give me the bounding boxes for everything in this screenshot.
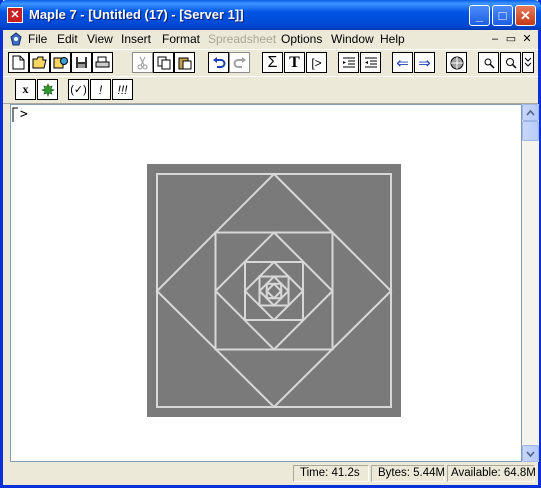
open-url-button[interactable] (50, 52, 71, 73)
menu-view[interactable]: View (87, 32, 113, 46)
copy-button[interactable] (153, 52, 174, 73)
doc-restore-button[interactable]: ▭ (503, 32, 519, 46)
context-toolbar: x (✓) ! !!! (3, 76, 538, 104)
text-input-button[interactable]: T (284, 52, 305, 73)
check-syntax-button[interactable]: (✓) (68, 79, 89, 100)
back-button[interactable]: ⇐ (392, 52, 413, 73)
printer-icon (95, 56, 110, 68)
close-button[interactable]: ✕ (515, 5, 536, 26)
zoom-medium-button[interactable] (500, 52, 521, 73)
command-prompt[interactable]: > (20, 107, 28, 122)
menu-insert[interactable]: Insert (121, 32, 151, 46)
menu-edit[interactable]: Edit (57, 32, 78, 46)
menu-file[interactable]: File (28, 32, 47, 46)
open-file-button[interactable] (29, 52, 50, 73)
save-button[interactable] (71, 52, 92, 73)
outdent-icon (342, 57, 355, 67)
stop-globe-icon (450, 56, 463, 69)
undo-arrow-icon (212, 56, 225, 68)
vertical-scrollbar[interactable] (522, 104, 539, 462)
maple-leaf-icon (40, 82, 55, 97)
new-file-button[interactable] (8, 52, 29, 73)
status-available: Available: 64.8M (447, 465, 536, 482)
title-bar[interactable]: ✕ Maple 7 - [Untitled (17) - [Server 1]]… (0, 0, 541, 30)
window-title: Maple 7 - [Untitled (17) - [Server 1]] (29, 7, 244, 22)
status-bytes: Bytes: 5.44M (371, 465, 445, 482)
magnifier-small-icon (484, 58, 495, 69)
doc-close-button[interactable]: ✕ (519, 32, 535, 46)
doc-minimize-button[interactable]: – (487, 32, 503, 46)
document-icon[interactable] (9, 32, 23, 46)
forward-button[interactable]: ⇒ (414, 52, 435, 73)
paste-button[interactable] (174, 52, 195, 73)
magnifier-icon (505, 57, 517, 69)
save-disk-icon (76, 57, 87, 68)
redo-arrow-icon (233, 56, 246, 68)
maple-app-icon[interactable]: ✕ (7, 7, 23, 23)
print-button[interactable] (92, 52, 113, 73)
maple-window: ✕ Maple 7 - [Untitled (17) - [Server 1]]… (0, 0, 541, 488)
group-bracket[interactable] (12, 107, 20, 123)
toolbar-overflow-button[interactable] (522, 52, 534, 73)
execute-button[interactable]: ! (90, 79, 111, 100)
copy-icon (157, 56, 170, 69)
indent-icon (364, 57, 377, 67)
redo-button[interactable] (229, 52, 250, 73)
status-time: Time: 41.2s (293, 465, 369, 482)
status-bar: Time: 41.2s Bytes: 5.44M Available: 64.8… (3, 462, 538, 485)
minimize-button[interactable]: _ (469, 5, 490, 26)
scissors-icon (137, 56, 148, 69)
outdent-section-button[interactable] (338, 52, 359, 73)
maximize-button[interactable]: □ (492, 5, 513, 26)
cut-button[interactable] (132, 52, 153, 73)
scroll-thumb[interactable] (522, 121, 539, 141)
scroll-up-button[interactable] (522, 104, 539, 121)
menu-spreadsheet[interactable]: Spreadsheet (208, 32, 276, 46)
indent-section-button[interactable] (360, 52, 381, 73)
maple-leaf-button[interactable] (37, 79, 58, 100)
math-mode-button[interactable]: x (15, 79, 36, 100)
scroll-down-button[interactable] (522, 445, 539, 462)
stop-button[interactable] (446, 52, 467, 73)
plot-background (147, 164, 401, 417)
menu-format[interactable]: Format (162, 32, 200, 46)
chevron-down-icon (526, 451, 535, 458)
main-toolbar: Σ T [> ⇐ ⇒ (3, 49, 538, 77)
undo-button[interactable] (208, 52, 229, 73)
insert-prompt-button[interactable]: [> (306, 52, 327, 73)
open-folder-icon (32, 56, 47, 69)
paste-clipboard-icon (178, 57, 191, 69)
menu-bar: File Edit View Insert Format Spreadsheet… (3, 30, 538, 49)
chevron-up-icon (526, 109, 535, 116)
menu-options[interactable]: Options (281, 32, 322, 46)
execute-all-button[interactable]: !!! (112, 79, 133, 100)
menu-window[interactable]: Window (331, 32, 374, 46)
zoom-small-button[interactable] (478, 52, 499, 73)
plot-region[interactable] (147, 164, 401, 417)
menu-help[interactable]: Help (380, 32, 405, 46)
new-file-icon (12, 55, 25, 70)
open-url-icon (53, 57, 68, 69)
chevron-down-icon (524, 57, 532, 67)
worksheet-area[interactable]: > (10, 104, 522, 462)
math-input-button[interactable]: Σ (262, 52, 283, 73)
